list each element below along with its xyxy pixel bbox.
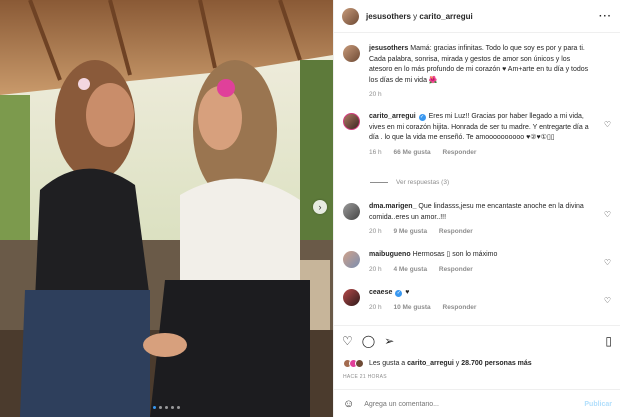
comment-avatar[interactable] <box>343 203 360 220</box>
carousel-dot <box>177 406 180 409</box>
caption: jesusothers Mamá: gracias infinitas. Tod… <box>343 44 607 101</box>
comment-text: ♥ <box>405 289 410 296</box>
publish-button[interactable]: Publicar <box>584 401 612 408</box>
author-username[interactable]: jesusothers <box>366 12 411 21</box>
reply-button[interactable]: Responder <box>439 228 473 235</box>
replies-line <box>370 182 388 183</box>
likes-count[interactable]: 28.700 personas más <box>461 360 531 367</box>
view-replies[interactable]: Ver respuestas (3) <box>370 179 449 186</box>
comment-username[interactable]: carito_arregui <box>369 113 416 120</box>
comment-time: 20 h <box>369 228 382 235</box>
view-replies-label[interactable]: Ver respuestas (3) <box>396 179 449 186</box>
comment-text: Hermosas ▯ son lo máximo <box>412 251 498 258</box>
post-actions: ♡ ◯ ➢ ▯ Les gusta a carito_arregui y 28.… <box>334 325 620 417</box>
likes-user[interactable]: carito_arregui <box>407 360 454 367</box>
reply-button[interactable]: Responder <box>443 149 477 156</box>
comments-list[interactable]: jesusothers Mamá: gracias infinitas. Tod… <box>334 34 620 324</box>
comment-avatar[interactable] <box>343 289 360 306</box>
comment-likes[interactable]: 66 Me gusta <box>393 149 430 156</box>
comment-time: 20 h <box>369 265 382 273</box>
add-comment-bar: ☺ Publicar <box>334 389 620 417</box>
comment-likes[interactable]: 9 Me gusta <box>393 228 427 235</box>
caption-username[interactable]: jesusothers <box>369 45 408 52</box>
carousel-dot <box>171 406 174 409</box>
comment-username[interactable]: maibugueno <box>369 251 411 258</box>
more-options-icon[interactable]: ··· <box>599 11 612 22</box>
reply-button[interactable]: Responder <box>439 266 473 273</box>
liker-avatar <box>355 359 364 368</box>
comment-username[interactable]: ceaese <box>369 289 392 296</box>
comment-input[interactable] <box>364 400 565 408</box>
authors-connector: y <box>413 11 418 21</box>
caption-avatar[interactable] <box>343 45 360 62</box>
like-comment-heart-icon[interactable]: ♡ <box>604 258 611 267</box>
post-header: jesusothers y carito_arregui ··· <box>334 0 620 33</box>
comment: ceaese ✓ ♥ 20 h 10 Me gusta Responder ♡ <box>343 288 611 313</box>
post-authors: jesusothers y carito_arregui <box>366 12 473 21</box>
save-bookmark-icon[interactable]: ▯ <box>605 335 612 348</box>
comment: dma.marigen_ Que lindasss,jesu me encant… <box>343 202 611 238</box>
next-image-arrow-icon[interactable]: › <box>313 200 327 214</box>
comment-username[interactable]: dma.marigen_ <box>369 203 416 210</box>
like-comment-heart-icon[interactable]: ♡ <box>604 120 611 129</box>
post-side-panel: jesusothers y carito_arregui ··· jesusot… <box>333 0 620 417</box>
like-comment-heart-icon[interactable]: ♡ <box>604 296 611 305</box>
comment-time: 20 h <box>369 303 382 311</box>
comment-likes[interactable]: 10 Me gusta <box>393 304 430 311</box>
comment-bubble-icon[interactable]: ◯ <box>362 335 375 348</box>
comment: carito_arregui ✓ Eres mi Luz!! Gracias p… <box>343 112 611 158</box>
reply-button[interactable]: Responder <box>443 304 477 311</box>
carousel-dot <box>153 406 156 409</box>
carousel-dot <box>165 406 168 409</box>
carousel-dots <box>0 406 333 409</box>
likes-middle: y <box>455 360 460 367</box>
post-timestamp: HACE 21 HORAS <box>343 374 387 380</box>
likes-summary[interactable]: Les gusta a carito_arregui y 28.700 pers… <box>343 359 532 368</box>
emoji-icon[interactable]: ☺ <box>343 398 354 410</box>
liker-avatars <box>343 359 364 368</box>
comment-avatar[interactable] <box>343 113 360 130</box>
likes-prefix: Les gusta a <box>369 360 406 367</box>
comment-likes[interactable]: 4 Me gusta <box>393 266 427 273</box>
author-avatar[interactable] <box>342 7 359 25</box>
comment: maibugueno Hermosas ▯ son lo máximo 20 h… <box>343 250 611 275</box>
like-heart-icon[interactable]: ♡ <box>342 335 353 348</box>
comment-avatar[interactable] <box>343 251 360 268</box>
photo-illustration <box>0 0 333 417</box>
action-icons: ♡ ◯ ➢ <box>342 335 394 348</box>
comment-time: 16 h <box>369 148 382 156</box>
share-send-icon[interactable]: ➢ <box>384 335 394 348</box>
like-comment-heart-icon[interactable]: ♡ <box>604 210 611 219</box>
verified-badge-icon: ✓ <box>395 290 403 297</box>
coauthor-username[interactable]: carito_arregui <box>419 12 472 21</box>
post-photo[interactable]: › <box>0 0 333 417</box>
verified-badge-icon: ✓ <box>418 114 426 121</box>
caption-time: 20 h <box>369 91 382 98</box>
carousel-dot <box>159 406 162 409</box>
